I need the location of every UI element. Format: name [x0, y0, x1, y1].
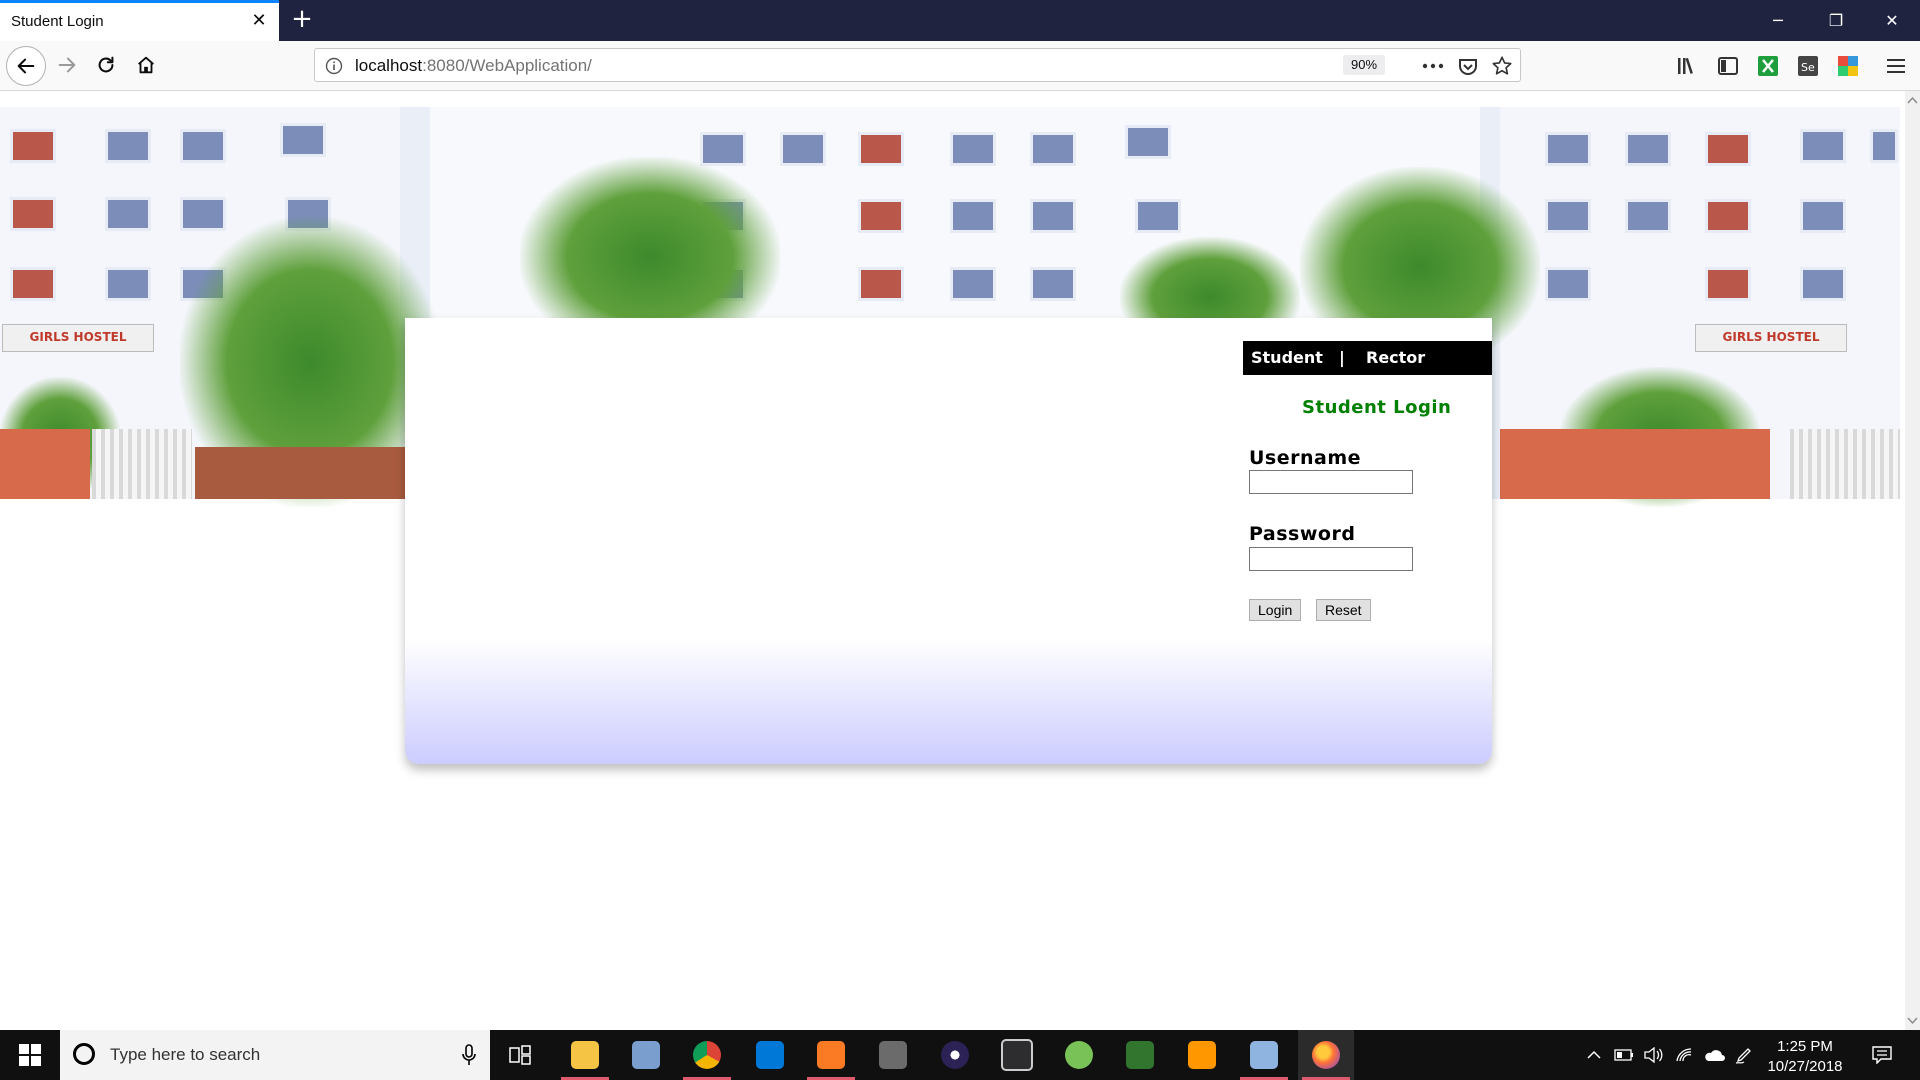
- role-selector-bar: Student | Rector: [1243, 341, 1492, 375]
- navigation-toolbar: localhost:8080/WebApplication/ 90% Se: [0, 41, 1920, 91]
- scroll-up-icon[interactable]: [1905, 93, 1920, 108]
- rector-role-link[interactable]: Rector: [1366, 348, 1425, 367]
- home-icon: [138, 56, 154, 74]
- skype-icon: [756, 1041, 784, 1069]
- action-center-button[interactable]: [1862, 1030, 1902, 1080]
- sidebar-icon[interactable]: [1716, 54, 1740, 78]
- clock-time: 1:25 PM: [1777, 1038, 1833, 1055]
- notification-icon: [1872, 1046, 1892, 1064]
- color-picker-extension-icon[interactable]: [1836, 54, 1860, 78]
- home-button[interactable]: [129, 48, 163, 82]
- device-manager-app[interactable]: [618, 1030, 674, 1080]
- task-view-icon: [509, 1045, 531, 1065]
- svg-text:Se: Se: [1801, 61, 1815, 74]
- password-label: Password: [1249, 523, 1356, 545]
- reload-icon: [98, 56, 114, 73]
- web-page: GIRLS HOSTEL GIRLS HOSTEL: [0, 91, 1905, 1030]
- pen-workspace-icon[interactable]: [1730, 1030, 1758, 1080]
- start-button[interactable]: [0, 1030, 60, 1080]
- show-hidden-icons-button[interactable]: [1580, 1030, 1608, 1080]
- search-placeholder: Type here to search: [110, 1045, 261, 1064]
- menu-icon[interactable]: [1884, 54, 1908, 78]
- xampp-app[interactable]: [803, 1030, 859, 1080]
- taskbar-search-box[interactable]: Type here to search: [60, 1030, 490, 1080]
- role-separator: |: [1339, 348, 1345, 367]
- excel-extension-icon[interactable]: [1756, 54, 1780, 78]
- chrome-app[interactable]: [679, 1030, 735, 1080]
- taskbar: Type here to search 1:25 PM 10/27/2018: [0, 1030, 1920, 1080]
- file-explorer-app[interactable]: [557, 1030, 613, 1080]
- hostel-sign-right: GIRLS HOSTEL: [1695, 324, 1847, 352]
- zoom-level[interactable]: 90%: [1343, 55, 1386, 75]
- browser-tab-active[interactable]: Student Login ✕: [0, 0, 279, 41]
- pocket-icon[interactable]: [1457, 55, 1479, 77]
- login-button[interactable]: Login: [1249, 599, 1302, 621]
- restore-button[interactable]: ❐: [1813, 0, 1859, 41]
- android-studio-app[interactable]: [1051, 1030, 1107, 1080]
- cortana-icon: [73, 1043, 95, 1065]
- username-input[interactable]: [1249, 470, 1413, 494]
- ms-project-app[interactable]: [1112, 1030, 1168, 1080]
- android-studio-icon: [1065, 1041, 1093, 1069]
- battery-icon[interactable]: [1610, 1030, 1638, 1080]
- student-role-link[interactable]: Student: [1251, 348, 1323, 367]
- windows-logo-icon: [19, 1044, 41, 1066]
- folder-icon: [571, 1041, 599, 1069]
- wifi-icon[interactable]: [1670, 1030, 1698, 1080]
- xampp-icon: [817, 1041, 845, 1069]
- device-manager-icon: [632, 1041, 660, 1069]
- hostel-sign-left: GIRLS HOSTEL: [2, 324, 154, 352]
- visual-studio-app[interactable]: [989, 1030, 1045, 1080]
- url-bar[interactable]: localhost:8080/WebApplication/ 90%: [314, 48, 1521, 82]
- firefox-icon: [1312, 1041, 1340, 1069]
- selenium-extension-icon[interactable]: Se: [1796, 54, 1820, 78]
- skype-for-business-app[interactable]: [742, 1030, 798, 1080]
- more-actions-icon[interactable]: [1422, 55, 1444, 77]
- url-path: :8080/WebApplication/: [422, 56, 592, 75]
- login-heading: Student Login: [1302, 397, 1452, 418]
- firefox-app[interactable]: [1298, 1030, 1354, 1080]
- url-host: localhost: [355, 56, 423, 75]
- clock-date: 10/27/2018: [1767, 1058, 1843, 1075]
- bookmark-star-icon[interactable]: [1491, 55, 1513, 77]
- forward-button[interactable]: [50, 48, 84, 82]
- sublime-text-icon: [1188, 1041, 1216, 1069]
- close-tab-icon[interactable]: ✕: [249, 11, 269, 31]
- username-label: Username: [1249, 447, 1362, 469]
- virtualbox-icon: [1250, 1041, 1278, 1069]
- chrome-icon: [693, 1041, 721, 1069]
- new-tab-button[interactable]: +: [288, 5, 316, 33]
- snipping-tool-app[interactable]: [865, 1030, 921, 1080]
- eclipse-icon: [941, 1041, 969, 1069]
- password-input[interactable]: [1249, 547, 1413, 571]
- minimize-button[interactable]: ─: [1755, 0, 1801, 41]
- arrow-right-icon: [58, 57, 76, 73]
- reload-button[interactable]: [89, 48, 123, 82]
- onedrive-icon[interactable]: [1700, 1030, 1728, 1080]
- virtualbox-app[interactable]: [1236, 1030, 1292, 1080]
- volume-icon[interactable]: [1640, 1030, 1668, 1080]
- system-clock[interactable]: 1:25 PM 10/27/2018: [1760, 1037, 1850, 1077]
- task-view-button[interactable]: [492, 1030, 548, 1080]
- back-button[interactable]: [6, 46, 46, 86]
- reset-button[interactable]: Reset: [1316, 599, 1371, 621]
- microphone-icon[interactable]: [462, 1044, 476, 1066]
- sublime-text-app[interactable]: [1174, 1030, 1230, 1080]
- eclipse-app[interactable]: [927, 1030, 983, 1080]
- page-scrollbar[interactable]: [1905, 91, 1920, 1030]
- library-icon[interactable]: [1676, 54, 1700, 78]
- snipping-tool-icon: [879, 1041, 907, 1069]
- project-icon: [1126, 1041, 1154, 1069]
- info-icon[interactable]: [323, 55, 345, 77]
- scroll-down-icon[interactable]: [1905, 1013, 1920, 1028]
- url-text[interactable]: localhost:8080/WebApplication/: [355, 56, 592, 76]
- visual-studio-icon: [1001, 1039, 1033, 1071]
- close-window-button[interactable]: ✕: [1869, 0, 1915, 41]
- tab-title: Student Login: [11, 13, 104, 30]
- arrow-left-icon: [17, 58, 35, 74]
- tab-strip: Student Login ✕ + ─ ❐ ✕: [0, 0, 1920, 41]
- chevron-up-icon: [1587, 1050, 1601, 1059]
